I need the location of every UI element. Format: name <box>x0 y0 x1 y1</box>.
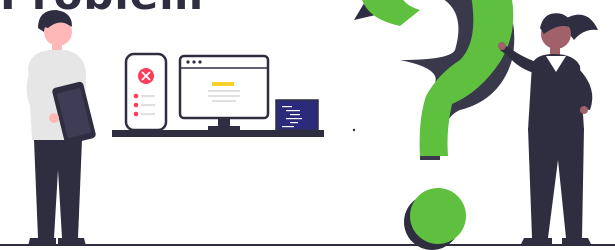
phone-mockup <box>124 52 168 132</box>
monitor-mockup <box>178 54 270 130</box>
question-mark-icon <box>354 0 515 250</box>
laptop-terminal <box>275 99 319 131</box>
illustration-scene <box>0 0 615 250</box>
man-figure <box>26 10 96 246</box>
yellow-bar <box>212 82 234 86</box>
